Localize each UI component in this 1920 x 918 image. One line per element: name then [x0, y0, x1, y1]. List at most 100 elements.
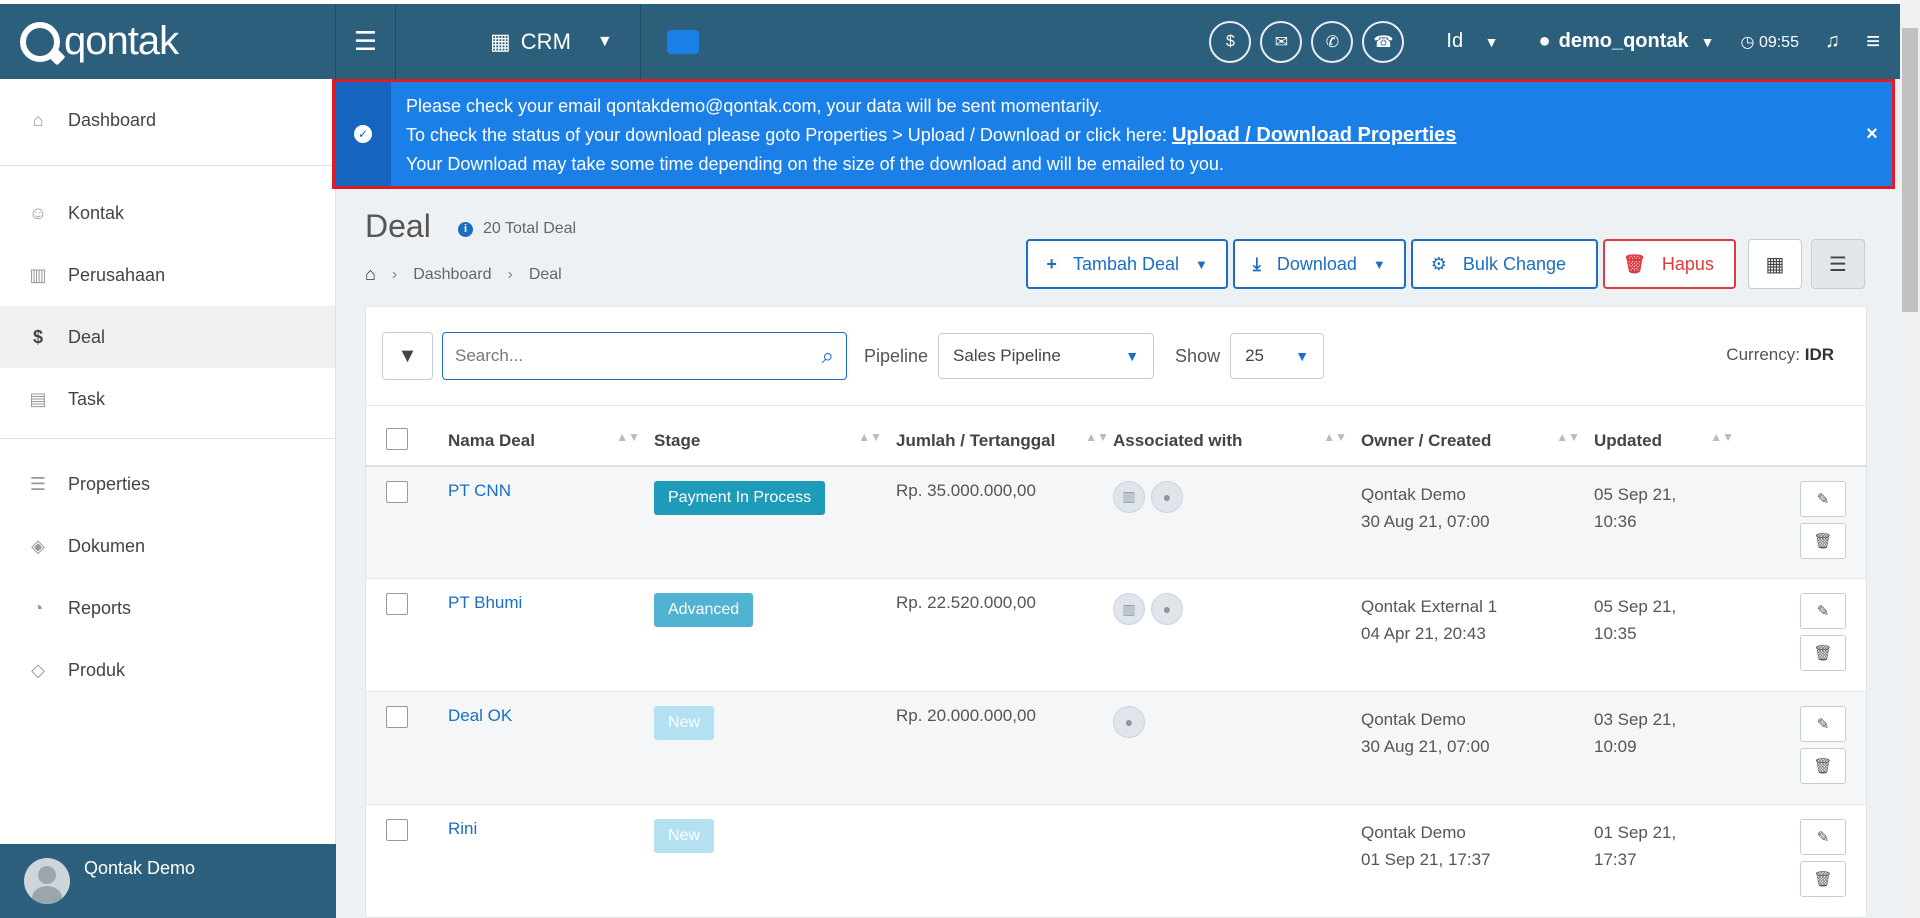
action-buttons: + Tambah Deal ▼ ⤓ Download ▼ ⚙ Bulk Chan…	[1021, 239, 1865, 289]
chevron-down-icon: ▼	[1372, 256, 1386, 272]
check-circle-icon: ✓	[354, 125, 372, 143]
app-switcher[interactable]: ▦ CRM ▼	[396, 4, 641, 79]
download-button[interactable]: ⤓ Download ▼	[1232, 239, 1406, 289]
contact-icon[interactable]: ●	[1113, 706, 1145, 738]
row-actions: ✎ 🗑	[1748, 593, 1866, 677]
company-icon[interactable]: ▥	[1113, 593, 1145, 625]
hamburger-icon[interactable]: ≡	[1866, 28, 1880, 56]
home-icon[interactable]: ⌂	[365, 264, 376, 285]
info-icon: i	[458, 221, 473, 237]
stage-badge: New	[654, 819, 715, 853]
delete-row-button[interactable]: 🗑	[1800, 861, 1846, 897]
row-checkbox[interactable]	[386, 819, 408, 841]
scrollbar-thumb[interactable]	[1902, 28, 1918, 312]
header-nama-deal[interactable]: Nama Deal ▲▼	[448, 406, 654, 466]
sidebar-toggle-button[interactable]: ☰	[336, 4, 396, 79]
sidebar-item-label: Deal	[68, 326, 106, 347]
bell-icon[interactable]: ♫	[1825, 30, 1840, 53]
download-label: Download	[1276, 253, 1357, 274]
sort-icon: ▲▼	[1323, 430, 1347, 444]
header-associated[interactable]: Associated with ▲▼	[1113, 406, 1361, 466]
updated-time: 17:37	[1594, 850, 1637, 869]
money-icon[interactable]: $	[1209, 20, 1252, 63]
calendar-icon: ▤	[29, 388, 47, 409]
sidebar-user[interactable]: Qontak Demo	[0, 844, 336, 918]
associated-with: ▥ ●	[1113, 480, 1361, 513]
logo[interactable]: qontak	[0, 4, 336, 79]
grid-icon: ▦	[490, 28, 511, 54]
header-owner[interactable]: Owner / Created ▲▼	[1361, 406, 1594, 466]
sidebar-item-deal[interactable]: $ Deal	[0, 306, 335, 368]
select-all-checkbox[interactable]	[386, 427, 408, 450]
row-checkbox[interactable]	[386, 706, 408, 728]
language-label: Id	[1446, 30, 1464, 52]
search-icon[interactable]: ⌕	[822, 343, 834, 369]
deal-name-link[interactable]: Deal OK	[448, 706, 512, 725]
deal-name-link[interactable]: Rini	[448, 819, 477, 838]
video-icon[interactable]	[667, 29, 699, 54]
download-alert: ✓ Please check your email qontakdemo@qon…	[332, 79, 1895, 189]
updated-date: 03 Sep 21,	[1594, 710, 1677, 729]
delete-row-button[interactable]: 🗑	[1800, 748, 1846, 784]
sidebar-item-dokumen[interactable]: ◈ Dokumen	[0, 515, 335, 577]
row-checkbox[interactable]	[386, 480, 408, 503]
alert-line-1: Please check your email qontakdemo@qonta…	[406, 96, 1103, 116]
updated-time: 10:36	[1594, 511, 1637, 531]
table-row: Rini New Qontak Demo 01 Sep 21, 17:37 01 …	[366, 805, 1866, 918]
filter-button[interactable]: ▼	[382, 332, 433, 380]
sidebar-user-name: Qontak Demo	[84, 858, 196, 878]
header-updated[interactable]: Updated ▲▼	[1594, 406, 1748, 466]
sort-icon: ▲▼	[1085, 430, 1109, 444]
created-date: 04 Apr 21, 20:43	[1361, 624, 1486, 643]
call-list-icon[interactable]: ☎	[1362, 20, 1405, 63]
updated-date: 01 Sep 21,	[1594, 823, 1677, 842]
sidebar-item-properties[interactable]: ☰ Properties	[0, 453, 335, 515]
grid-view-icon: ▦	[1765, 253, 1785, 276]
page-size-select[interactable]: 25 ▼	[1230, 333, 1325, 379]
user-menu[interactable]: ● demo_qontak ▼	[1539, 30, 1715, 53]
sidebar-item-task[interactable]: ▤ Task	[0, 368, 335, 430]
deal-name-link[interactable]: PT CNN	[448, 481, 511, 500]
sidebar-item-label: Task	[68, 388, 106, 409]
sort-icon: ▲▼	[858, 430, 882, 444]
deal-amount: Rp. 35.000.000,00	[896, 480, 1036, 500]
edit-button[interactable]: ✎	[1800, 706, 1846, 742]
owner-name: Qontak Demo	[1361, 710, 1466, 729]
edit-button[interactable]: ✎	[1800, 819, 1846, 855]
header-jumlah[interactable]: Jumlah / Tertanggal ▲▼	[896, 406, 1113, 466]
header-label: Stage	[654, 431, 701, 451]
add-deal-button[interactable]: + Tambah Deal ▼	[1026, 239, 1228, 289]
sidebar-item-label: Dashboard	[68, 109, 157, 130]
page-scrollbar[interactable]	[1900, 0, 1920, 918]
search-input[interactable]	[455, 346, 822, 366]
language-selector[interactable]: Id ▼	[1446, 30, 1498, 53]
contact-icon[interactable]: ●	[1151, 480, 1183, 513]
delete-button[interactable]: 🗑 Hapus	[1603, 239, 1736, 289]
sidebar-item-produk[interactable]: ◇ Produk	[0, 639, 335, 701]
contact-icon[interactable]: ●	[1151, 593, 1183, 625]
company-icon[interactable]: ▥	[1113, 480, 1145, 513]
delete-row-button[interactable]: 🗑	[1800, 522, 1846, 559]
list-view-button[interactable]: ☰	[1811, 239, 1865, 289]
breadcrumb-dashboard[interactable]: Dashboard	[413, 266, 491, 284]
clock: ◷ 09:55	[1741, 32, 1799, 52]
header-stage[interactable]: Stage ▲▼	[654, 406, 896, 466]
edit-button[interactable]: ✎	[1800, 593, 1846, 629]
phone-icon[interactable]: ✆	[1311, 20, 1354, 63]
deal-name-link[interactable]: PT Bhumi	[448, 593, 522, 612]
chat-icon[interactable]: ✉	[1260, 20, 1303, 63]
pipeline-select[interactable]: Sales Pipeline ▼	[938, 333, 1155, 379]
edit-button[interactable]: ✎	[1800, 480, 1846, 517]
sidebar-item-dashboard[interactable]: ⌂ Dashboard	[0, 89, 335, 151]
delete-label: Hapus	[1661, 253, 1714, 274]
row-checkbox[interactable]	[386, 593, 408, 615]
bulk-change-button[interactable]: ⚙ Bulk Change	[1410, 239, 1598, 289]
sidebar-item-perusahaan[interactable]: ▥ Perusahaan	[0, 244, 335, 306]
close-icon[interactable]: ×	[1852, 82, 1892, 186]
grid-view-button[interactable]: ▦	[1748, 239, 1802, 289]
sidebar-item-reports[interactable]: ◔ Reports	[0, 577, 335, 639]
alert-message: Please check your email qontakdemo@qonta…	[391, 82, 1852, 186]
delete-row-button[interactable]: 🗑	[1800, 635, 1846, 671]
upload-download-properties-link[interactable]: Upload / Download Properties	[1172, 124, 1456, 146]
sidebar-item-kontak[interactable]: ☺ Kontak	[0, 182, 335, 244]
